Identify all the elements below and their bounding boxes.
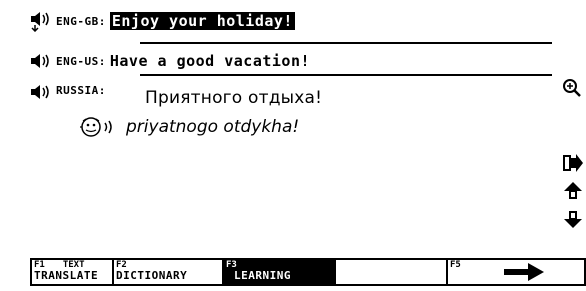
- f1-text-translate-key[interactable]: F1 TEXT TRANSLATE: [32, 260, 114, 284]
- f4-empty-key[interactable]: [336, 260, 448, 284]
- function-key-bar: F1 TEXT TRANSLATE F2 DICTIONARY F3 LEARN…: [30, 258, 586, 286]
- f2-dictionary-key[interactable]: F2 DICTIONARY: [114, 260, 224, 284]
- lang-code: ENG-GB:: [56, 14, 106, 28]
- key-label: DICTIONARY: [116, 269, 188, 282]
- speaking-head-icon[interactable]: [80, 116, 122, 138]
- phrase-text[interactable]: Enjoy your holiday!: [109, 12, 295, 30]
- zoom-icon[interactable]: [562, 78, 584, 100]
- f5-next-key[interactable]: F5: [448, 260, 584, 284]
- key-label: TRANSLATE: [34, 269, 99, 282]
- entry-eng-gb[interactable]: ENG-GB: Enjoy your holiday!: [30, 12, 295, 32]
- divider: [140, 42, 552, 44]
- russian-phrase-row: Приятного отдыха!: [145, 88, 322, 108]
- phrase-text[interactable]: Приятного отдыха!: [145, 88, 322, 108]
- page-up-icon[interactable]: [562, 180, 584, 202]
- transliteration-text: priyatnogo otdykha!: [126, 117, 300, 137]
- entry-eng-us[interactable]: ENG-US: Have a good vacation!: [30, 52, 310, 70]
- f3-learning-key[interactable]: F3 LEARNING: [224, 260, 336, 284]
- page-down-icon[interactable]: [562, 208, 584, 230]
- divider: [140, 74, 552, 76]
- phrase-text[interactable]: Have a good vacation!: [110, 52, 310, 70]
- entry-russia[interactable]: RUSSIA:: [30, 84, 110, 100]
- lang-code: ENG-US:: [56, 54, 106, 68]
- speaker-icon[interactable]: [30, 84, 56, 100]
- key-label: LEARNING: [234, 269, 291, 282]
- lang-code: RUSSIA:: [56, 84, 106, 97]
- transliteration-row[interactable]: priyatnogo otdykha!: [80, 116, 299, 138]
- speaker-with-arrows-icon[interactable]: [30, 12, 56, 32]
- export-arrow-icon[interactable]: [562, 152, 584, 174]
- speaker-icon[interactable]: [30, 53, 56, 69]
- right-arrow-icon: [504, 263, 544, 281]
- translator-screen: ENG-GB: Enjoy your holiday! ENG-US: Have…: [0, 0, 586, 291]
